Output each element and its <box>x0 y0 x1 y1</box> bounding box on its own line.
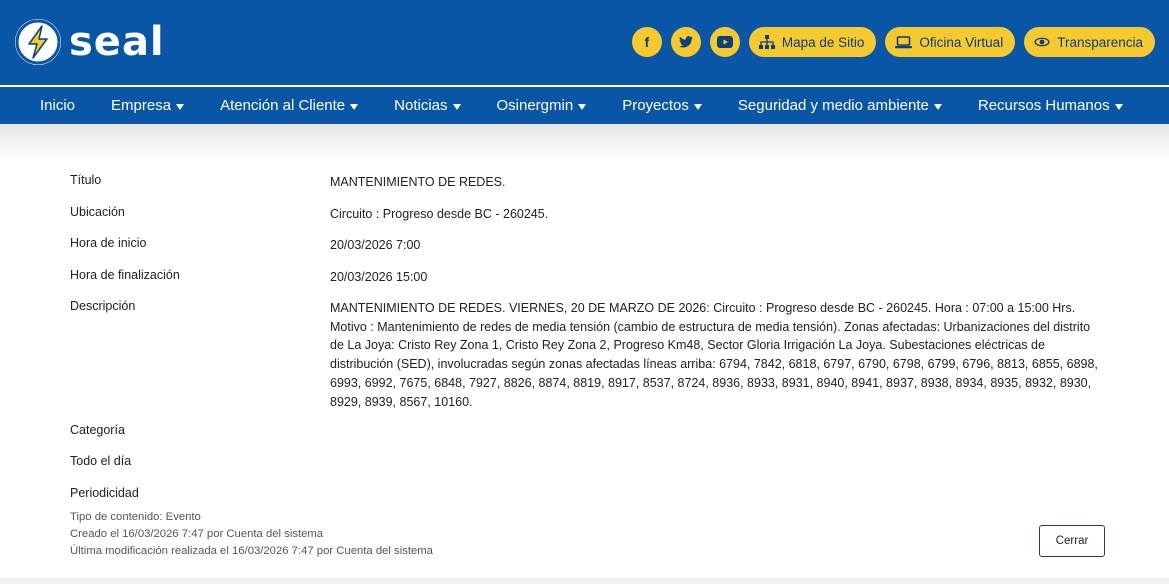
header-actions: f Mapa de Sitio Oficina Virtual Transpar… <box>631 27 1155 57</box>
laptop-icon <box>895 35 913 48</box>
field-label: Hora de inicio <box>70 236 147 250</box>
transparency-label: Transparencia <box>1057 34 1143 50</box>
field-value: MANTENIMIENTO DE REDES. VIERNES, 20 DE M… <box>330 301 1098 409</box>
field-label: Periodicidad <box>70 486 139 500</box>
header-shadow <box>0 124 1169 160</box>
lightning-bolt-icon <box>15 19 61 65</box>
field-value: MANTENIMIENTO DE REDES. <box>330 175 506 189</box>
nav-item-recursos-humanos[interactable]: Recursos Humanos <box>978 97 1123 114</box>
facebook-icon[interactable]: f <box>631 27 662 57</box>
close-button[interactable]: Cerrar <box>1039 525 1105 557</box>
caret-down-icon <box>1114 103 1123 110</box>
caret-down-icon <box>933 103 942 110</box>
nav-item-inicio[interactable]: Inicio <box>40 97 75 114</box>
transparency-icon <box>1034 37 1050 47</box>
footer-divider <box>0 578 1169 584</box>
nav-item-atencion-cliente[interactable]: Atención al Cliente <box>220 97 359 114</box>
twitter-icon[interactable] <box>670 27 701 57</box>
field-label: Categoría <box>70 423 125 437</box>
nav-item-seguridad[interactable]: Seguridad y medio ambiente <box>738 97 942 114</box>
sitemap-button[interactable]: Mapa de Sitio <box>748 27 877 57</box>
created-text: Creado el 16/03/2026 7:47 por Cuenta del… <box>70 528 324 540</box>
sitemap-label: Mapa de Sitio <box>781 34 865 50</box>
nav-item-empresa[interactable]: Empresa <box>111 97 185 114</box>
site-header: seal f Mapa de Sitio Oficina Virtual Tra… <box>0 0 1169 85</box>
caret-down-icon <box>693 103 702 110</box>
sitemap-icon <box>758 35 775 49</box>
field-label: Hora de finalización <box>70 268 180 282</box>
nav-item-osinergmin[interactable]: Osinergmin <box>497 97 587 114</box>
logo-text: seal <box>69 19 165 65</box>
main-nav: Inicio Empresa Atención al Cliente Notic… <box>0 87 1169 124</box>
caret-down-icon <box>350 103 359 110</box>
nav-item-proyectos[interactable]: Proyectos <box>622 97 702 114</box>
youtube-icon[interactable] <box>709 27 740 57</box>
caret-down-icon <box>452 103 461 110</box>
transparency-button[interactable]: Transparencia <box>1024 27 1155 57</box>
virtual-office-button[interactable]: Oficina Virtual <box>885 27 1016 57</box>
modified-text: Última modificación realizada el 16/03/2… <box>70 545 433 557</box>
field-value: 20/03/2026 7:00 <box>330 238 421 252</box>
field-label: Ubicación <box>70 205 125 219</box>
seal-logo[interactable]: seal <box>15 18 165 66</box>
virtual-office-label: Oficina Virtual <box>919 34 1004 50</box>
field-value: Circuito : Progreso desde BC - 260245. <box>330 207 549 221</box>
item-metadata: Tipo de contenido: Evento Creado el 16/0… <box>70 509 433 560</box>
field-label: Todo el día <box>70 454 132 468</box>
nav-item-noticias[interactable]: Noticias <box>394 97 461 114</box>
field-value: 20/03/2026 15:00 <box>330 270 428 284</box>
field-label: Título <box>70 173 102 187</box>
caret-down-icon <box>578 103 587 110</box>
field-label: Descripción <box>70 299 136 313</box>
content-type-text: Tipo de contenido: Evento <box>70 511 201 523</box>
caret-down-icon <box>176 103 185 110</box>
